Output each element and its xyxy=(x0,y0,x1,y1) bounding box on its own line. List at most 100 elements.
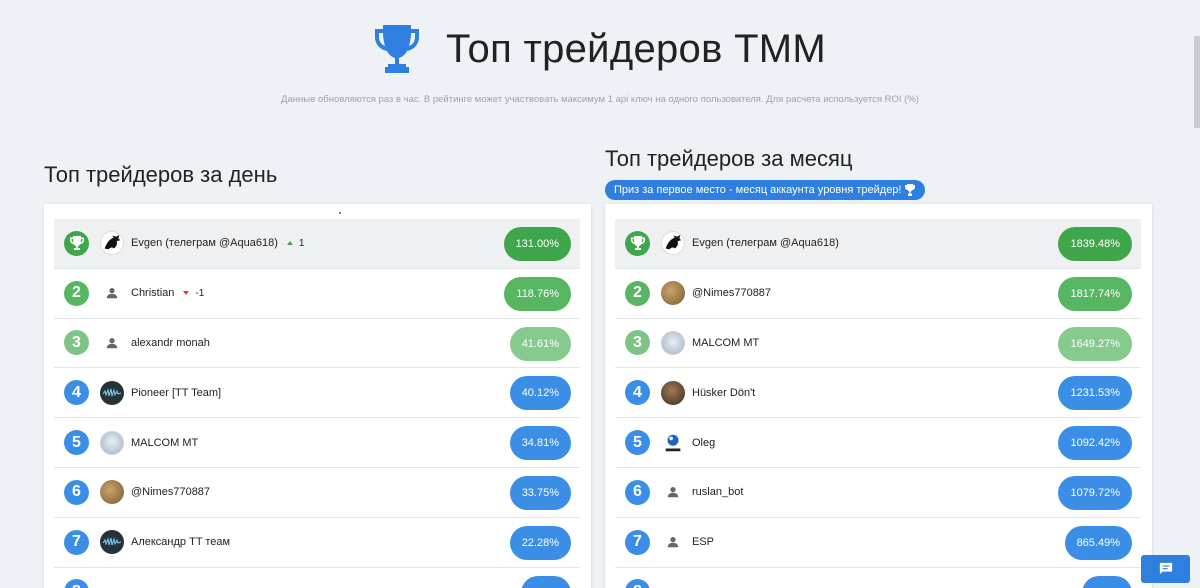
roi-badge: 33.75% xyxy=(509,475,571,510)
person-icon xyxy=(100,281,124,305)
month-section-title: Топ трейдеров за месяц xyxy=(605,146,853,171)
month-leaderboard-card: Evgen (телеграм @Aqua618) 1839.48% 2 @Ni… xyxy=(605,204,1152,588)
trader-name: Hüsker Dön't xyxy=(692,386,756,399)
list-item[interactable]: 2 Christian -1 118.76% xyxy=(54,269,580,319)
prize-text: Приз за первое место - месяц аккаунта ур… xyxy=(614,184,902,196)
rank-number: 8 xyxy=(625,579,650,588)
page-subtitle: Данные обновляются раз в час. В рейтинге… xyxy=(281,94,919,105)
trader-name: @Nimes770887 xyxy=(692,287,772,300)
list-item[interactable]: 5 Oleg 1092.42% xyxy=(615,418,1141,468)
trader-name: ESP xyxy=(692,536,715,549)
trader-name: Evgen (телеграм @Aqua618) xyxy=(692,237,839,250)
rank-change: -1 xyxy=(183,288,204,299)
day-section-header: Топ трейдеров за день xyxy=(44,162,591,188)
avatar xyxy=(661,380,685,405)
roi-badge: 41.61% xyxy=(509,326,571,361)
roi-badge: 131.00% xyxy=(503,227,571,261)
roi-badge: 865.49% xyxy=(1064,525,1132,560)
roi-badge: 1092.42% xyxy=(1058,426,1132,461)
list-item[interactable]: 8 xyxy=(615,568,1141,588)
chat-icon xyxy=(1159,562,1172,575)
list-item[interactable]: 4 Pioneer [TT Team] 40.12% xyxy=(54,368,580,419)
roi-badge: 34.81% xyxy=(509,426,571,461)
scrollbar-thumb[interactable] xyxy=(1194,36,1200,128)
roi-badge: 1817.74% xyxy=(1058,276,1132,311)
roi-badge: 1649.27% xyxy=(1058,326,1132,361)
page-header: Топ трейдеров TMM Данные обновляются раз… xyxy=(0,20,1200,105)
avatar xyxy=(100,380,124,405)
rank-change: 1 xyxy=(286,237,305,249)
trophy-icon xyxy=(69,236,84,251)
trader-name: alexandr monah xyxy=(131,336,210,349)
avatar xyxy=(100,430,124,455)
roi-badge: 118.76% xyxy=(504,276,571,311)
day-section-title: Топ трейдеров за день xyxy=(44,162,278,187)
trader-name: Evgen (телеграм @Aqua618) xyxy=(131,237,278,250)
title-row: Топ трейдеров TMM xyxy=(0,20,1200,78)
trader-name: MALCOM MT xyxy=(692,336,760,349)
list-item[interactable]: 3 MALCOM MT 1649.27% xyxy=(615,319,1141,369)
trader-name: Oleg xyxy=(692,436,716,449)
roi-badge: 1079.72% xyxy=(1058,475,1132,510)
list-item[interactable]: 7 Александр TT теам 22.28% xyxy=(54,518,580,568)
roi-badge: 1231.53% xyxy=(1058,376,1132,411)
roi-badge xyxy=(521,575,571,588)
person-icon xyxy=(661,480,685,504)
arrow-up-icon xyxy=(286,241,293,246)
trader-name: @Nimes770887 xyxy=(131,486,211,499)
rank-number: 8 xyxy=(64,579,89,588)
person-icon xyxy=(100,331,124,355)
avatar xyxy=(661,281,685,306)
rank-number: 5 xyxy=(625,430,650,456)
list-item[interactable]: 5 MALCOM MT 34.81% xyxy=(54,418,580,468)
rank-number: 3 xyxy=(625,330,650,356)
list-item[interactable]: 6 @Nimes770887 33.75% xyxy=(54,468,580,518)
list-item[interactable]: 2 @Nimes770887 1817.74% xyxy=(615,269,1141,319)
rank-trophy xyxy=(625,230,650,256)
list-item[interactable]: 6 ruslan_bot 1079.72% xyxy=(615,468,1141,518)
rank-number: 2 xyxy=(625,280,650,306)
rank-number: 6 xyxy=(64,479,89,505)
trophy-icon xyxy=(630,236,645,251)
trader-name: ruslan_bot xyxy=(692,486,744,499)
avatar xyxy=(661,231,685,256)
person-icon xyxy=(100,580,124,588)
month-section-header: Топ трейдеров за месяц Приз за первое ме… xyxy=(605,146,1152,200)
day-leaderboard-list: Evgen (телеграм @Aqua618) 1 131.00% 2 Ch… xyxy=(54,219,580,588)
list-item[interactable]: 7 ESP 865.49% xyxy=(615,518,1141,568)
rank-change-value: 1 xyxy=(298,237,305,249)
list-item[interactable]: 4 Hüsker Dön't 1231.53% xyxy=(615,368,1141,419)
avatar xyxy=(661,430,685,455)
month-leaderboard-list: Evgen (телеграм @Aqua618) 1839.48% 2 @Ni… xyxy=(615,219,1141,588)
day-leaderboard-card: Evgen (телеграм @Aqua618) 1 131.00% 2 Ch… xyxy=(44,204,591,588)
roi-badge: 1839.48% xyxy=(1058,227,1132,261)
rank-number: 2 xyxy=(64,280,89,306)
trader-name: Александр TT теам xyxy=(131,536,231,549)
avatar xyxy=(661,330,685,355)
list-item[interactable]: 8 xyxy=(54,568,580,588)
avatar xyxy=(100,231,124,256)
rank-number: 4 xyxy=(625,380,650,406)
roi-badge: 22.28% xyxy=(509,525,571,560)
roi-badge: 40.12% xyxy=(509,376,571,411)
trophy-icon xyxy=(905,184,916,196)
rank-number: 6 xyxy=(625,479,650,505)
chat-button[interactable] xyxy=(1141,555,1190,583)
arrow-down-icon xyxy=(183,291,190,296)
card-dot xyxy=(339,212,341,214)
rank-number: 4 xyxy=(64,380,89,406)
person-icon xyxy=(661,580,685,588)
person-icon xyxy=(661,530,685,554)
rank-number: 3 xyxy=(64,330,89,356)
list-item[interactable]: Evgen (телеграм @Aqua618) 1 131.00% xyxy=(54,219,580,269)
trader-name: Pioneer [TT Team] xyxy=(131,386,222,399)
avatar xyxy=(100,480,124,505)
rank-number: 7 xyxy=(64,529,89,555)
list-item[interactable]: Evgen (телеграм @Aqua618) 1839.48% xyxy=(615,219,1141,269)
trader-name: MALCOM MT xyxy=(131,436,199,449)
trader-name: Christian xyxy=(131,287,175,300)
prize-badge: Приз за первое место - месяц аккаунта ур… xyxy=(605,180,926,200)
rank-trophy xyxy=(64,230,89,256)
page-title: Топ трейдеров TMM xyxy=(445,26,827,71)
list-item[interactable]: 3 alexandr monah 41.61% xyxy=(54,319,580,369)
